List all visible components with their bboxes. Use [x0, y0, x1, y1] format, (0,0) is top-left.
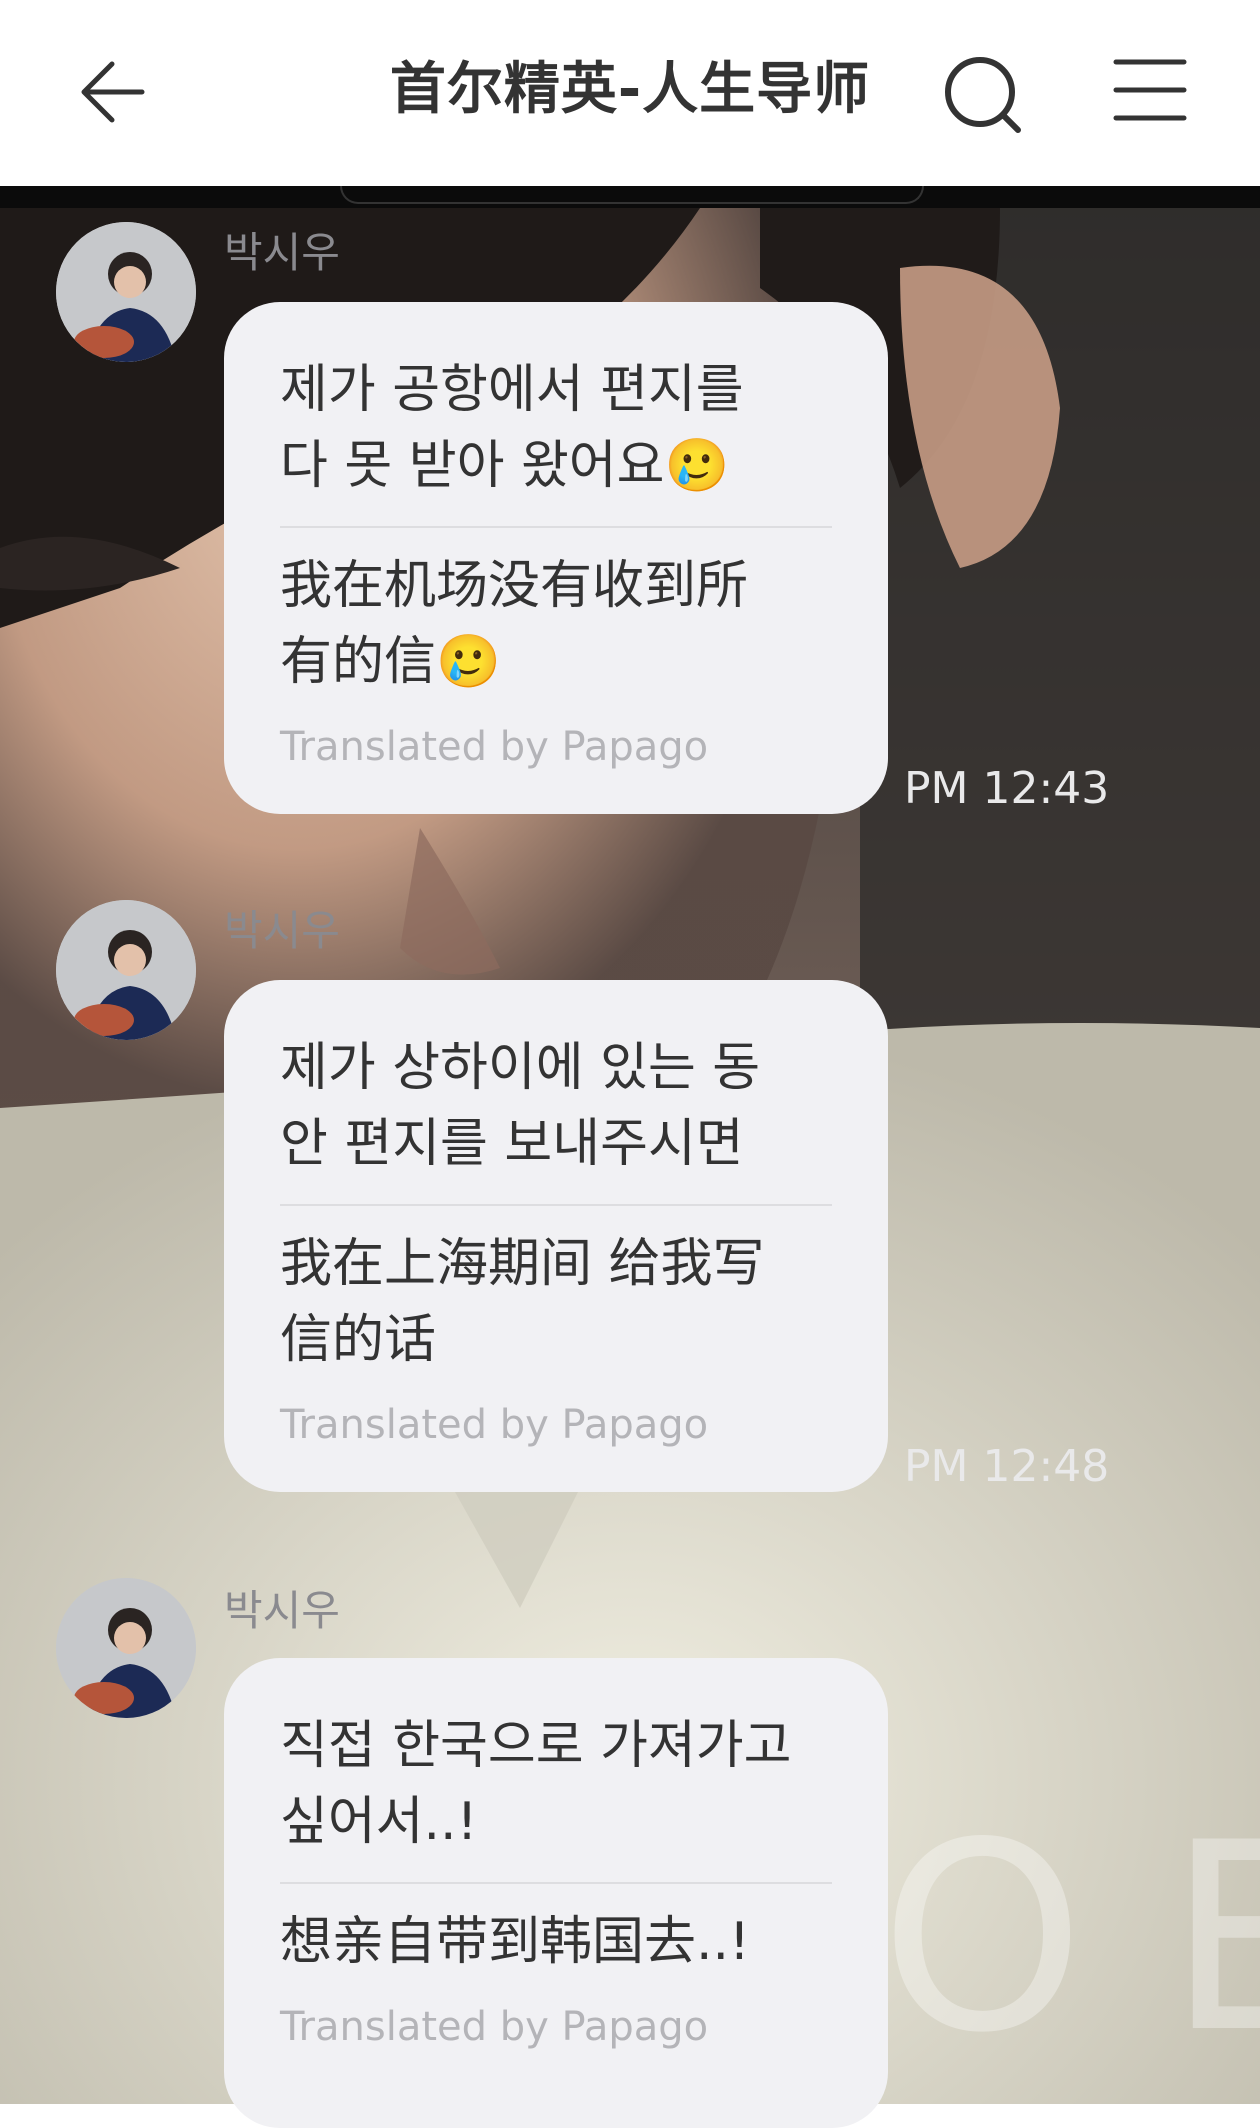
message-bubble[interactable]: 직접 한국으로 가져가고 싶어서..! 想亲自带到韩国去..! Translat…	[224, 1658, 888, 2128]
message-original-text: 제가 상하이에 있는 동 안 편지를 보내주시면	[280, 1038, 761, 1174]
chat-title: 首尔精英-人生导师	[389, 57, 871, 122]
sender-name: 박시우	[224, 906, 340, 955]
translation-divider	[280, 526, 832, 528]
message-translated-text: 我在机场没有收到所 有的信🥲	[280, 556, 749, 692]
message-time: PM 12:43	[904, 763, 1110, 814]
message-bubble[interactable]: 제가 상하이에 있는 동 안 편지를 보내주시면 我在上海期间 给我写 信的话 …	[224, 980, 888, 1492]
avatar-image	[56, 222, 196, 362]
message-original-text: 제가 공항에서 편지를 다 못 받아 왔어요🥲	[280, 360, 744, 496]
translation-credit: Translated by Papago	[280, 1402, 709, 1448]
translation-credit: Translated by Papago	[280, 724, 709, 770]
message-original-text: 직접 한국으로 가져가고 싶어서..!	[280, 1716, 792, 1852]
search-icon[interactable]	[940, 52, 1030, 142]
translation-credit: Translated by Papago	[280, 2004, 709, 2050]
message-translated-text: 想亲自带到韩国去..!	[280, 1912, 750, 1972]
top-black-bar	[0, 186, 1260, 208]
message-translated-text: 我在上海期间 给我写 信的话	[280, 1234, 765, 1370]
translation-divider	[280, 1204, 832, 1206]
chat-header: 首尔精英-人生导师	[0, 0, 1260, 186]
avatar[interactable]	[56, 222, 196, 362]
avatar[interactable]	[56, 900, 196, 1040]
avatar-image	[56, 1578, 196, 1718]
message-bubble[interactable]: 제가 공항에서 편지를 다 못 받아 왔어요🥲 我在机场没有收到所 有的信🥲 T…	[224, 302, 888, 814]
message-time: PM 12:48	[904, 1441, 1110, 1492]
notch-outline	[340, 186, 924, 204]
svg-text:O E: O E	[880, 1788, 1260, 2090]
avatar[interactable]	[56, 1578, 196, 1718]
avatar-image	[56, 900, 196, 1040]
sender-name: 박시우	[224, 228, 340, 277]
sender-name: 박시우	[224, 1586, 340, 1635]
menu-icon[interactable]	[1110, 52, 1190, 132]
translation-divider	[280, 1882, 832, 1884]
